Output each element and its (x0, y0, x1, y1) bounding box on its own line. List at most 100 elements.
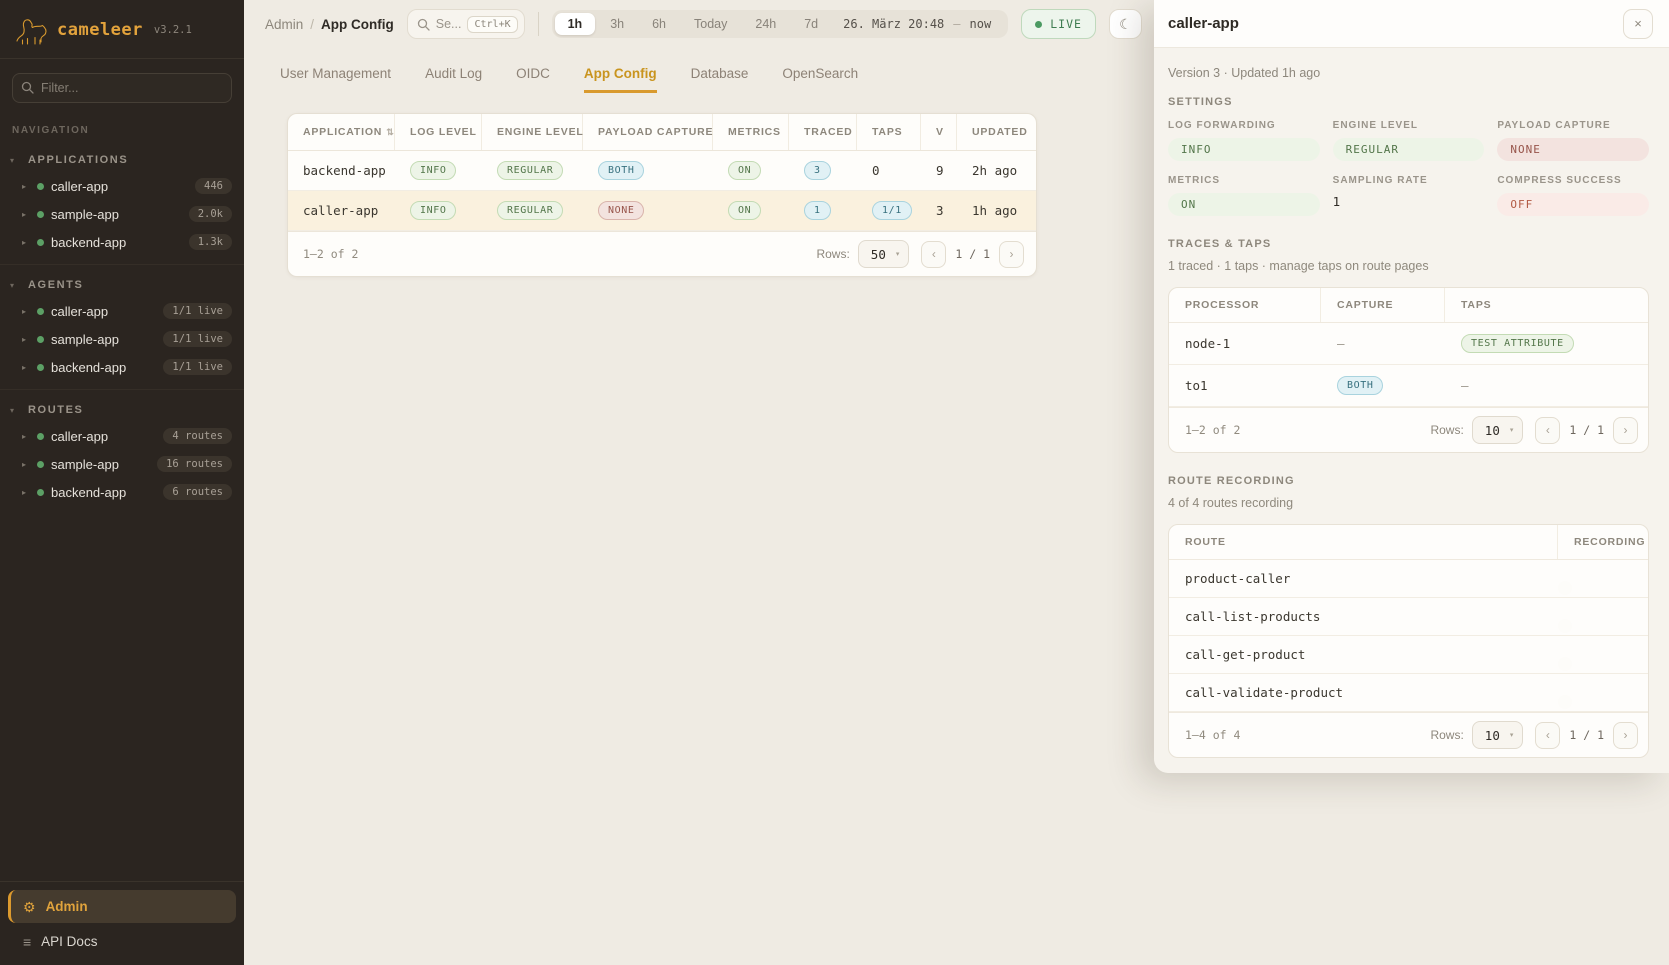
sidebar-item-sample-app[interactable]: ▸ sample-app 2.0k (0, 200, 244, 228)
live-button[interactable]: LIVE (1021, 9, 1096, 39)
page-indicator: 1 / 1 (1569, 728, 1604, 742)
log-level-badge: INFO (410, 201, 456, 220)
section-header-agents[interactable]: ▾ AGENTS (0, 271, 244, 297)
prev-page-button[interactable]: ‹ (1535, 722, 1560, 749)
sidebar-item-backend-app-routes[interactable]: ▸ backend-app 6 routes (0, 478, 244, 506)
taps-badge: TEST ATTRIBUTE (1461, 334, 1574, 353)
page-indicator: 1 / 1 (955, 247, 990, 261)
close-button[interactable]: × (1623, 9, 1653, 39)
count-badge: 446 (195, 178, 232, 194)
date-range[interactable]: 26. März 20:48 – now (833, 17, 1005, 31)
rows-per-page-select[interactable]: 10 ▾ (1472, 416, 1524, 444)
caret-down-icon: ▾ (10, 406, 20, 415)
date-range-start: 26. März 20:48 (843, 17, 944, 31)
sidebar-item-api-docs[interactable]: ≡ API Docs (8, 923, 236, 955)
capture-badge: BOTH (1337, 376, 1383, 395)
tab-database[interactable]: Database (691, 66, 749, 93)
tab-opensearch[interactable]: OpenSearch (782, 66, 858, 93)
settings-heading: SETTINGS (1168, 96, 1649, 108)
sidebar-item-backend-app-agent[interactable]: ▸ backend-app 1/1 live (0, 353, 244, 381)
column-traced: TRACED (789, 114, 857, 150)
sidebar-item-backend-app[interactable]: ▸ backend-app 1.3k (0, 228, 244, 256)
status-dot (37, 461, 44, 468)
sidebar-item-sample-app-agent[interactable]: ▸ sample-app 1/1 live (0, 325, 244, 353)
route-row-product-caller: product-caller (1169, 560, 1648, 598)
payload-capture-value: NONE (1497, 138, 1649, 161)
traces-taps-heading: TRACES & TAPS (1168, 238, 1649, 250)
global-search[interactable]: Se... Ctrl+K (407, 9, 525, 39)
taps-badge: 1/1 (872, 201, 912, 220)
taps-value: — (1445, 367, 1648, 404)
processor-name: node-1 (1169, 325, 1321, 362)
next-page-button[interactable]: › (1613, 417, 1638, 444)
column-taps: TAPS (857, 114, 921, 150)
time-range-1h[interactable]: 1h (555, 13, 596, 35)
tab-audit-log[interactable]: Audit Log (425, 66, 482, 93)
tab-app-config[interactable]: App Config (584, 66, 657, 93)
close-icon: × (1634, 16, 1642, 31)
capture-value: — (1321, 325, 1445, 362)
column-application[interactable]: APPLICATION⇅ (288, 114, 395, 150)
section-routes: ▾ ROUTES ▸ caller-app 4 routes ▸ sample-… (0, 389, 244, 514)
status-dot (37, 308, 44, 315)
column-v: V (921, 114, 957, 150)
live-badge: 1/1 live (163, 331, 232, 347)
time-range-7d[interactable]: 7d (791, 13, 831, 35)
next-page-button[interactable]: › (1613, 722, 1638, 749)
prev-page-button[interactable]: ‹ (1535, 417, 1560, 444)
app-config-table: APPLICATION⇅ LOG LEVEL ENGINE LEVEL PAYL… (287, 113, 1037, 277)
breadcrumb: Admin / App Config (265, 17, 394, 32)
breadcrumb-admin[interactable]: Admin (265, 17, 303, 32)
table-row-backend-app[interactable]: backend-app INFO REGULAR BOTH ON 3 0 9 2… (288, 151, 1036, 191)
sidebar-item-caller-app[interactable]: ▸ caller-app 446 (0, 172, 244, 200)
status-dot (37, 211, 44, 218)
prev-page-button[interactable]: ‹ (921, 241, 946, 268)
theme-toggle-button[interactable]: ☾ (1109, 9, 1142, 39)
filter-input[interactable] (12, 73, 232, 103)
brand-version: v3.2.1 (154, 24, 192, 36)
row-range-label: 1–4 of 4 (1185, 728, 1430, 742)
rows-per-page-select[interactable]: 50 ▾ (858, 240, 910, 268)
section-header-applications[interactable]: ▾ APPLICATIONS (0, 146, 244, 172)
table-row-caller-app[interactable]: caller-app INFO REGULAR NONE ON 1 1/1 3 … (288, 191, 1036, 231)
sidebar-item-admin[interactable]: ⚙ Admin (8, 890, 236, 923)
menu-icon: ≡ (23, 935, 31, 949)
version-value: 9 (921, 153, 957, 188)
route-name: product-caller (1169, 560, 1558, 597)
version-value: 3 (921, 193, 957, 228)
caret-down-icon: ▾ (10, 156, 20, 165)
status-dot (37, 336, 44, 343)
status-dot (37, 433, 44, 440)
time-range-6h[interactable]: 6h (639, 13, 679, 35)
field-compress-success: COMPRESS SUCCESS OFF (1497, 175, 1649, 216)
drawer-body: Version 3 · Updated 1h ago SETTINGS LOG … (1154, 48, 1669, 758)
sidebar-item-caller-app-agent[interactable]: ▸ caller-app 1/1 live (0, 297, 244, 325)
time-range-24h[interactable]: 24h (742, 13, 789, 35)
time-range-3h[interactable]: 3h (597, 13, 637, 35)
section-header-routes[interactable]: ▾ ROUTES (0, 396, 244, 422)
engine-level-value: REGULAR (1333, 138, 1485, 161)
log-forwarding-value: INFO (1168, 138, 1320, 161)
sidebar-item-caller-app-routes[interactable]: ▸ caller-app 4 routes (0, 422, 244, 450)
trace-row-node-1[interactable]: node-1 — TEST ATTRIBUTE (1169, 323, 1648, 365)
status-dot (37, 183, 44, 190)
tab-user-management[interactable]: User Management (280, 66, 391, 93)
trace-row-to1[interactable]: to1 BOTH — (1169, 365, 1648, 407)
row-range-label: 1–2 of 2 (1185, 423, 1430, 437)
column-updated: UPDATED (957, 114, 1036, 150)
page-title: App Config (321, 17, 394, 32)
field-payload-capture: PAYLOAD CAPTURE NONE (1497, 120, 1649, 161)
engine-level-badge: REGULAR (497, 201, 563, 220)
chevron-left-icon: ‹ (1546, 423, 1550, 437)
rows-per-page-select[interactable]: 10 ▾ (1472, 721, 1524, 749)
time-range-today[interactable]: Today (681, 13, 740, 35)
nav-section-label: NAVIGATION (0, 109, 244, 140)
routes-badge: 6 routes (163, 484, 232, 500)
sidebar-item-sample-app-routes[interactable]: ▸ sample-app 16 routes (0, 450, 244, 478)
status-dot (37, 489, 44, 496)
sort-icon: ⇅ (386, 127, 394, 137)
column-engine-level: ENGINE LEVEL (482, 114, 583, 150)
route-row-call-get-product: call-get-product (1169, 636, 1648, 674)
next-page-button[interactable]: › (999, 241, 1024, 268)
tab-oidc[interactable]: OIDC (516, 66, 550, 93)
